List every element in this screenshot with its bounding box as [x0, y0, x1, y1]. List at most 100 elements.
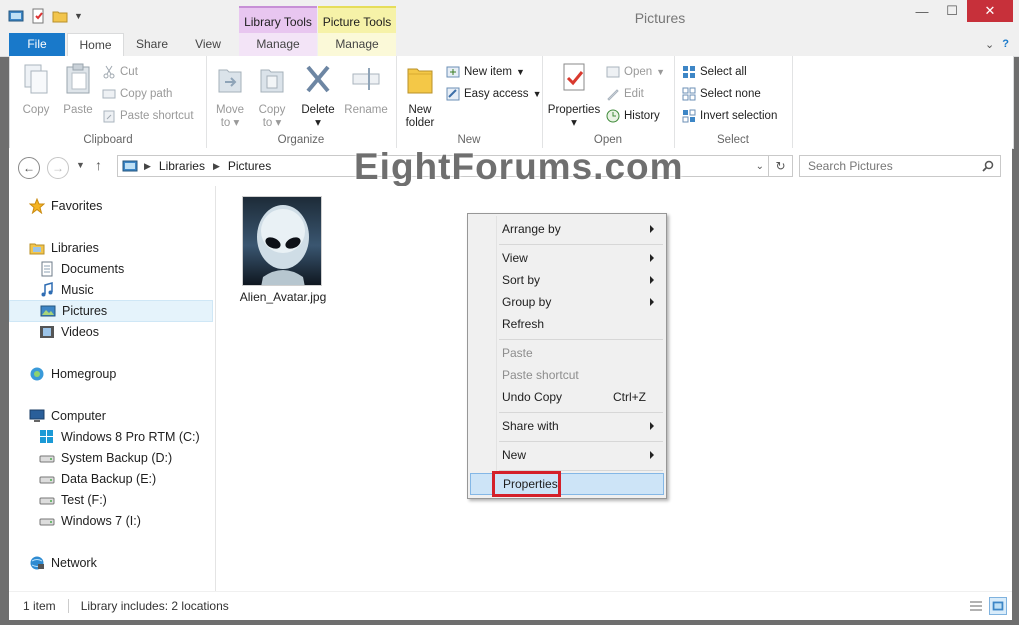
- tab-share[interactable]: Share: [124, 33, 180, 56]
- documents-icon: [41, 261, 53, 277]
- alien-avatar-thumbnail[interactable]: [242, 196, 322, 286]
- tab-manage-picture[interactable]: Manage: [318, 33, 396, 56]
- paste-shortcut-label: Paste shortcut: [120, 110, 194, 122]
- paste-button[interactable]: Paste: [58, 62, 98, 117]
- nav-drive-f[interactable]: Test (F:): [39, 490, 107, 510]
- address-dropdown-icon[interactable]: ⌄: [756, 161, 764, 172]
- tab-file[interactable]: File: [9, 33, 65, 56]
- cut-button[interactable]: Cut: [102, 63, 138, 81]
- nav-drive-d-label: System Backup (D:): [61, 451, 173, 465]
- properties-qat-icon[interactable]: [30, 8, 46, 24]
- nav-music[interactable]: Music: [39, 280, 94, 300]
- properties-button[interactable]: Properties ▾: [546, 62, 602, 130]
- libraries-address-icon: [122, 160, 138, 172]
- new-folder-qat-icon[interactable]: [52, 8, 68, 24]
- nav-drive-e[interactable]: Data Backup (E:): [39, 469, 156, 489]
- rename-button[interactable]: Rename: [342, 62, 390, 117]
- menu-item-paste[interactable]: Paste: [470, 342, 664, 364]
- forward-button[interactable]: →: [47, 157, 69, 179]
- back-button[interactable]: ←: [18, 157, 40, 179]
- recent-locations-icon[interactable]: ▼: [76, 160, 85, 170]
- nav-computer-label: Computer: [51, 409, 106, 423]
- delete-button[interactable]: Delete ▾: [298, 62, 338, 130]
- ribbon-tabs: File Home Share View Manage Manage ⌄ ?: [0, 33, 1019, 58]
- menu-item-sort-by[interactable]: Sort by: [470, 269, 664, 291]
- move-to-icon: [218, 69, 242, 93]
- nav-drive-c-label: Windows 8 Pro RTM (C:): [61, 430, 200, 444]
- menu-item-group-by[interactable]: Group by: [470, 291, 664, 313]
- invert-selection-button[interactable]: Invert selection: [682, 107, 777, 125]
- move-to-button[interactable]: Move to ▾: [210, 62, 250, 130]
- breadcrumb-libraries[interactable]: Libraries: [159, 159, 205, 173]
- nav-drive-c[interactable]: Windows 8 Pro RTM (C:): [39, 427, 200, 447]
- group-clipboard: Copy Paste Cut Copy path Paste shortcut …: [10, 56, 207, 148]
- nav-libraries[interactable]: Libraries: [29, 238, 99, 258]
- menu-item-share-with[interactable]: Share with: [470, 415, 664, 437]
- rename-icon: [352, 68, 380, 90]
- help-icon[interactable]: ?: [1002, 38, 1009, 51]
- nav-pictures[interactable]: Pictures: [9, 300, 213, 322]
- tab-view[interactable]: View: [182, 33, 234, 56]
- collapse-ribbon-icon[interactable]: ⌄: [985, 38, 994, 51]
- new-item-label: New item: [464, 66, 512, 78]
- new-folder-icon: [407, 68, 433, 94]
- breadcrumb-pictures[interactable]: Pictures: [228, 159, 271, 173]
- menu-item-new[interactable]: New: [470, 444, 664, 466]
- new-folder-button[interactable]: New folder: [400, 62, 440, 130]
- paste-shortcut-button[interactable]: Paste shortcut: [102, 107, 194, 125]
- menu-item-paste-shortcut[interactable]: Paste shortcut: [470, 364, 664, 386]
- new-folder-label: New: [408, 104, 432, 116]
- nav-documents[interactable]: Documents: [39, 259, 124, 279]
- nav-network[interactable]: Network: [29, 553, 97, 573]
- history-button[interactable]: History: [606, 107, 660, 125]
- search-input[interactable]: Search Pictures: [808, 159, 893, 173]
- open-dropdown-icon: ▼: [656, 67, 666, 77]
- refresh-button[interactable]: ↻: [769, 155, 793, 177]
- edit-button[interactable]: Edit: [606, 85, 644, 103]
- explorer-app-icon[interactable]: [8, 8, 24, 24]
- maximize-button[interactable]: ☐: [937, 0, 967, 22]
- select-all-button[interactable]: Select all: [682, 63, 747, 81]
- menu-separator: [499, 339, 663, 340]
- select-none-button[interactable]: Select none: [682, 85, 761, 103]
- menu-item-refresh[interactable]: Refresh: [470, 313, 664, 335]
- menu-item-arrange-by[interactable]: Arrange by: [470, 218, 664, 240]
- open-button[interactable]: Open ▼: [606, 63, 665, 81]
- window-controls: — ☐ ✕: [907, 0, 1013, 22]
- copy-to-button[interactable]: Copy to ▾: [252, 62, 292, 130]
- submenu-arrow-icon: [650, 451, 654, 459]
- new-group-label: New: [457, 134, 481, 146]
- minimize-button[interactable]: —: [907, 0, 937, 22]
- menu-item-undo-copy[interactable]: Undo Copy Ctrl+Z: [470, 386, 664, 408]
- computer-icon: [29, 409, 45, 422]
- nav-computer[interactable]: Computer: [29, 406, 106, 426]
- file-name-label[interactable]: Alien_Avatar.jpg: [228, 290, 338, 304]
- qat-dropdown-icon[interactable]: ▼: [74, 11, 83, 21]
- easy-access-button[interactable]: Easy access ▼: [446, 85, 541, 103]
- nav-drive-i[interactable]: Windows 7 (I:): [39, 511, 141, 531]
- search-icon[interactable]: [982, 160, 994, 172]
- up-arrow-icon[interactable]: ↑: [95, 157, 102, 173]
- menu-item-view[interactable]: View: [470, 247, 664, 269]
- history-icon: [606, 109, 620, 123]
- ribbon-controls: ⌄ ?: [985, 38, 1009, 51]
- tab-home[interactable]: Home: [67, 33, 124, 58]
- organize-group-label: Organize: [277, 134, 325, 146]
- menu-item-shortcut: Ctrl+Z: [613, 390, 646, 404]
- large-icons-view-icon[interactable]: [989, 597, 1007, 615]
- move-to-sublabel-text: to: [220, 117, 231, 129]
- nav-homegroup[interactable]: Homegroup: [29, 364, 116, 384]
- tab-manage-library[interactable]: Manage: [239, 33, 317, 56]
- copy-button[interactable]: Copy: [16, 62, 56, 117]
- window-title: Pictures: [634, 10, 686, 26]
- nav-music-label: Music: [61, 283, 94, 297]
- copy-path-button[interactable]: Copy path: [102, 85, 172, 103]
- nav-videos[interactable]: Videos: [39, 322, 99, 342]
- details-view-icon[interactable]: [967, 597, 985, 615]
- nav-favorites[interactable]: Favorites: [29, 196, 102, 216]
- search-box[interactable]: Search Pictures: [799, 155, 1001, 177]
- close-button[interactable]: ✕: [967, 0, 1013, 22]
- alien-image-icon: [257, 205, 309, 285]
- new-item-button[interactable]: New item ▼: [446, 63, 525, 81]
- nav-drive-d[interactable]: System Backup (D:): [39, 448, 172, 468]
